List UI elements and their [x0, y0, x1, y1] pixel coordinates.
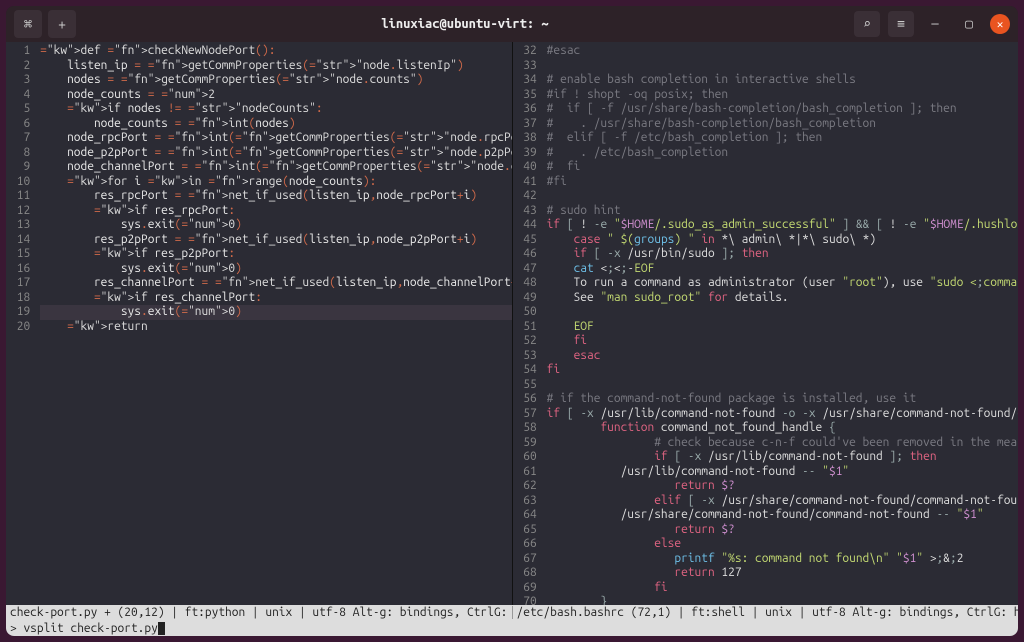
menu-button[interactable]: ≡	[888, 11, 914, 37]
command-line[interactable]: > vsplit check-port.py	[6, 620, 1018, 636]
terminal-icon: ⌘	[14, 10, 42, 38]
new-tab-button[interactable]: +	[48, 10, 76, 38]
minimize-button[interactable]: —	[922, 11, 948, 37]
titlebar: ⌘ + linuxiac@ubuntu-virt: ~ ⌕ ≡ — ▢ ✕	[6, 6, 1018, 42]
pane-left[interactable]: 1 2 3 4 5 6 7 8 9 10 11 12 13 14 15 16 1…	[6, 42, 512, 605]
gutter-left: 1 2 3 4 5 6 7 8 9 10 11 12 13 14 15 16 1…	[6, 42, 36, 605]
pane-right[interactable]: 32 33 34 35 36 37 38 39 40 41 42 43 44 4…	[513, 42, 1019, 605]
code-left[interactable]: ="kw">def ="fn">checkNewNodePort(): list…	[36, 42, 511, 605]
close-button[interactable]: ✕	[990, 14, 1010, 34]
gutter-right: 32 33 34 35 36 37 38 39 40 41 42 43 44 4…	[513, 42, 543, 605]
statusbar: check-port.py + (20,12) | ft:python | un…	[6, 605, 1018, 620]
terminal-window: ⌘ + linuxiac@ubuntu-virt: ~ ⌕ ≡ — ▢ ✕ 1 …	[6, 6, 1018, 636]
window-title: linuxiac@ubuntu-virt: ~	[76, 17, 854, 31]
editor-split: 1 2 3 4 5 6 7 8 9 10 11 12 13 14 15 16 1…	[6, 42, 1018, 605]
command-text: > vsplit check-port.py	[10, 622, 158, 635]
code-right[interactable]: #esac# enable bash completion in interac…	[543, 42, 1018, 605]
status-left: check-port.py + (20,12) | ft:python | un…	[6, 606, 513, 619]
search-button[interactable]: ⌕	[854, 11, 880, 37]
maximize-button[interactable]: ▢	[956, 11, 982, 37]
cursor	[158, 622, 165, 635]
status-right: /etc/bash.bashrc (72,1) | ft:shell | uni…	[513, 606, 1019, 619]
